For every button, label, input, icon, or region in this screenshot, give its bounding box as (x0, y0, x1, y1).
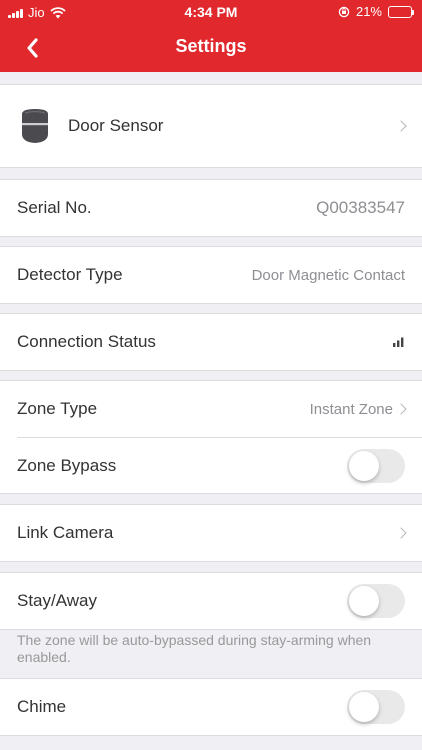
toggle-knob (349, 692, 379, 722)
chevron-right-icon (395, 120, 407, 132)
chevron-right-icon (395, 527, 407, 539)
orientation-lock-icon (338, 6, 350, 17)
link-camera-chevron (393, 505, 407, 561)
signal-strength-icon (393, 337, 404, 347)
door-sensor-icon (22, 109, 48, 143)
serial-group: Serial No. Q00383547 (0, 179, 422, 237)
connection-label: Connection Status (17, 332, 156, 351)
page-title: Settings (175, 36, 247, 56)
chime-toggle[interactable] (347, 690, 405, 724)
stay-away-row: Stay/Away (0, 573, 422, 629)
serial-row: Serial No. Q00383547 (0, 180, 422, 236)
status-right: 21% (338, 4, 414, 19)
serial-value: Q00383547 (316, 198, 405, 217)
zone-type-value-wrap: Instant Zone (309, 381, 407, 437)
zone-type-value: Instant Zone (309, 400, 393, 418)
detector-value: Door Magnetic Contact (251, 266, 405, 284)
stay-away-toggle[interactable] (347, 584, 405, 618)
connection-group: Connection Status (0, 313, 422, 371)
device-row[interactable]: Door Sensor (0, 85, 422, 167)
connection-row: Connection Status (0, 314, 422, 370)
status-bar: Jio 4:34 PM 21% (0, 0, 422, 24)
toggle-knob (349, 451, 379, 481)
stay-away-group: Stay/Away (0, 572, 422, 630)
chime-group: Chime (0, 678, 422, 736)
device-group: Door Sensor (0, 84, 422, 168)
chime-label: Chime (17, 697, 67, 716)
zone-bypass-row: Zone Bypass (17, 437, 422, 493)
serial-label: Serial No. (17, 198, 92, 217)
detector-group: Detector Type Door Magnetic Contact (0, 246, 422, 304)
device-chevron (393, 85, 407, 167)
stay-away-note: The zone will be auto-bypassed during st… (17, 632, 372, 665)
zone-type-row[interactable]: Zone Type Instant Zone (0, 381, 422, 437)
battery-icon (388, 5, 414, 18)
stay-away-label: Stay/Away (17, 591, 98, 610)
detector-label: Detector Type (17, 265, 123, 284)
chevron-right-icon (395, 403, 407, 415)
zone-type-label: Zone Type (17, 399, 98, 418)
zone-bypass-label: Zone Bypass (17, 455, 117, 475)
zone-bypass-toggle[interactable] (347, 449, 405, 483)
device-name: Door Sensor (68, 116, 164, 135)
chime-row: Chime (0, 679, 422, 735)
detector-row: Detector Type Door Magnetic Contact (0, 247, 422, 303)
link-camera-row[interactable]: Link Camera (0, 505, 422, 561)
signal-strength (393, 314, 405, 370)
toggle-knob (349, 586, 379, 616)
battery-percent: 21% (355, 4, 382, 19)
nav-bar: Settings (0, 24, 422, 72)
link-camera-label: Link Camera (17, 523, 114, 542)
zone-group: Zone Type Instant Zone Zone Bypass (0, 380, 422, 494)
link-camera-group: Link Camera (0, 504, 422, 562)
